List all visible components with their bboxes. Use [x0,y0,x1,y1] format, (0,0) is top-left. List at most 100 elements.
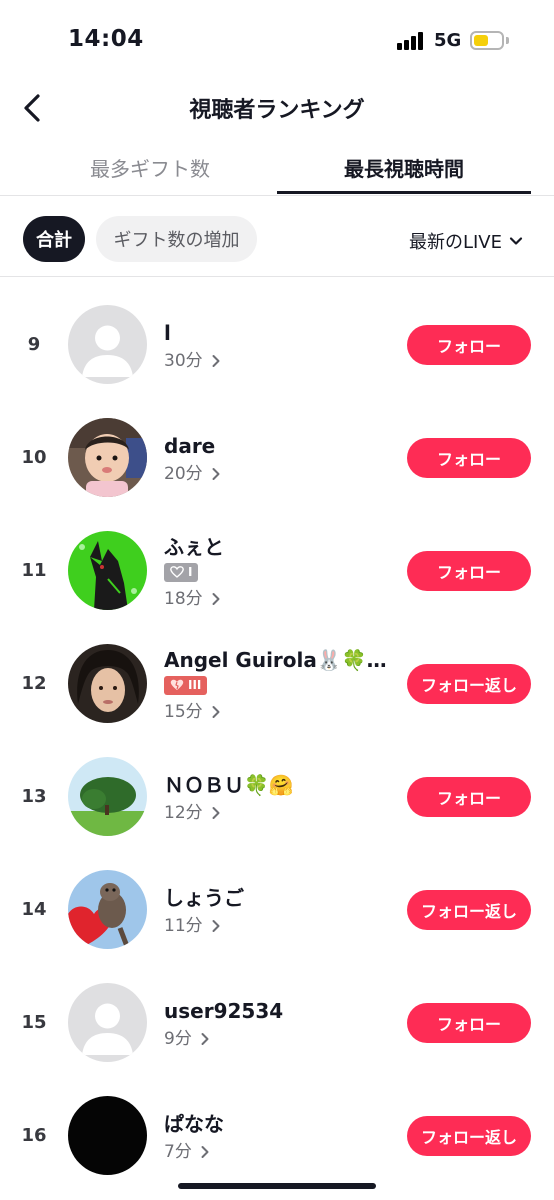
watch-duration-text: 30分 [164,350,203,371]
watch-duration[interactable]: 15分 [164,700,394,724]
rank-number: 16 [21,1125,47,1146]
username[interactable]: ＮＯＢＵ🍀🤗 [164,772,394,798]
watch-duration-text: 12分 [164,802,203,823]
viewer-info: dare 20分 [164,403,394,515]
viewer-info: user92534 9分 [164,968,394,1080]
rank-number: 10 [21,447,47,468]
list-item: 13 ＮＯＢＵ🍀🤗 12分 フォロー [0,742,554,854]
battery-icon [470,31,504,50]
rank-number: 13 [21,786,47,807]
tab-longest-watch-time[interactable]: 最長視聴時間 [277,140,531,194]
username[interactable]: dare [164,433,394,459]
heart-outline-icon [170,566,184,578]
battery-level [474,35,488,46]
avatar[interactable] [68,870,147,949]
watch-duration[interactable]: 7分 [164,1140,394,1164]
list-item: 16 ぱなな 7分 フォロー返し [0,1081,554,1193]
watch-duration-text: 7分 [164,1141,192,1162]
rank-number: 15 [21,1012,47,1033]
chevron-right-icon [201,1032,209,1045]
chip-gift-increase[interactable]: ギフト数の増加 [96,216,257,262]
rank-number: 14 [21,899,47,920]
green-wolf-avatar [68,531,147,610]
list-item: 12 Angel Guirola🐰🍀… III 15分 フォロー返し [0,629,554,741]
header: 視聴者ランキング [0,80,554,136]
default-avatar-icon [68,983,147,1062]
avatar[interactable] [68,757,147,836]
divider [0,276,554,277]
avatar[interactable] [68,644,147,723]
follow-button[interactable]: フォロー [407,1003,531,1043]
follow-back-button[interactable]: フォロー返し [407,1116,531,1156]
watch-duration-text: 20分 [164,463,203,484]
black-avatar [68,1096,147,1175]
username[interactable]: しょうご [164,885,394,911]
follow-back-button[interactable]: フォロー返し [407,890,531,930]
list-item: 14 しょうご 11分 フォロー返し [0,855,554,967]
active-tab-indicator [277,191,531,194]
rank-number: 12 [21,673,47,694]
battery-cap [506,37,509,44]
follow-button[interactable]: フォロー [407,325,531,365]
tab-most-gifts[interactable]: 最多ギフト数 [23,140,277,194]
watch-duration[interactable]: 30分 [164,349,394,373]
viewer-info: しょうご 11分 [164,855,394,967]
follow-button[interactable]: フォロー [407,777,531,817]
avatar[interactable] [68,983,147,1062]
chevron-right-icon [212,806,220,819]
follow-button[interactable]: フォロー [407,551,531,591]
watch-duration-text: 9分 [164,1028,192,1049]
status-bar: 14:04 5G [0,0,554,80]
live-selector-label: 最新のLIVE [408,232,502,253]
watch-duration-text: 18分 [164,588,203,609]
avatar[interactable] [68,531,147,610]
list-item: 11 ふぇと I 18分 フォロー [0,516,554,628]
viewer-info: l 30分 [164,290,394,402]
chip-total[interactable]: 合計 [23,216,85,262]
default-avatar-icon [68,305,147,384]
avatar[interactable] [68,305,147,384]
baby-photo-avatar [68,418,147,497]
fan-level-text: III [188,678,202,692]
watch-duration[interactable]: 9分 [164,1027,394,1051]
viewer-info: Angel Guirola🐰🍀… III 15分 [164,629,394,741]
filter-bar: 合計 ギフト数の増加 最新のLIVE [0,214,554,266]
chevron-right-icon [212,592,220,605]
watch-duration[interactable]: 18分 [164,587,394,611]
watch-duration-text: 11分 [164,915,203,936]
chevron-down-icon [509,237,523,245]
watch-duration[interactable]: 12分 [164,801,394,825]
network-type: 5G [434,30,462,51]
list-item: 10 dare 20分 フォロー [0,403,554,515]
follow-button[interactable]: フォロー [407,438,531,478]
fan-level-text: I [188,565,193,579]
chevron-right-icon [212,467,220,480]
username[interactable]: ぱなな [164,1111,394,1137]
follow-back-button[interactable]: フォロー返し [407,664,531,704]
broken-heart-icon [170,679,184,690]
chevron-right-icon [212,354,220,367]
avatar[interactable] [68,418,147,497]
username[interactable]: ふぇと [164,534,394,560]
username[interactable]: l [164,320,394,346]
chevron-right-icon [212,705,220,718]
tree-photo-avatar [68,757,147,836]
username[interactable]: user92534 [164,998,394,1024]
live-selector-dropdown[interactable]: 最新のLIVE [409,228,524,254]
viewer-info: ぱなな 7分 [164,1081,394,1193]
list-item: 9 l 30分 フォロー [0,290,554,402]
signal-icon [397,32,427,50]
avatar[interactable] [68,1096,147,1175]
watch-duration[interactable]: 20分 [164,462,394,486]
watch-duration[interactable]: 11分 [164,914,394,938]
status-time: 14:04 [68,26,144,52]
fan-level-badge: III [164,675,208,695]
home-indicator [178,1183,376,1189]
chevron-right-icon [201,1145,209,1158]
chevron-right-icon [212,919,220,932]
username[interactable]: Angel Guirola🐰🍀… [164,647,394,673]
list-item: 15 user92534 9分 フォロー [0,968,554,1080]
tab-bar: 最多ギフト数 最長視聴時間 [0,140,554,196]
rank-number: 9 [27,334,41,355]
curly-hair-photo-avatar [68,644,147,723]
